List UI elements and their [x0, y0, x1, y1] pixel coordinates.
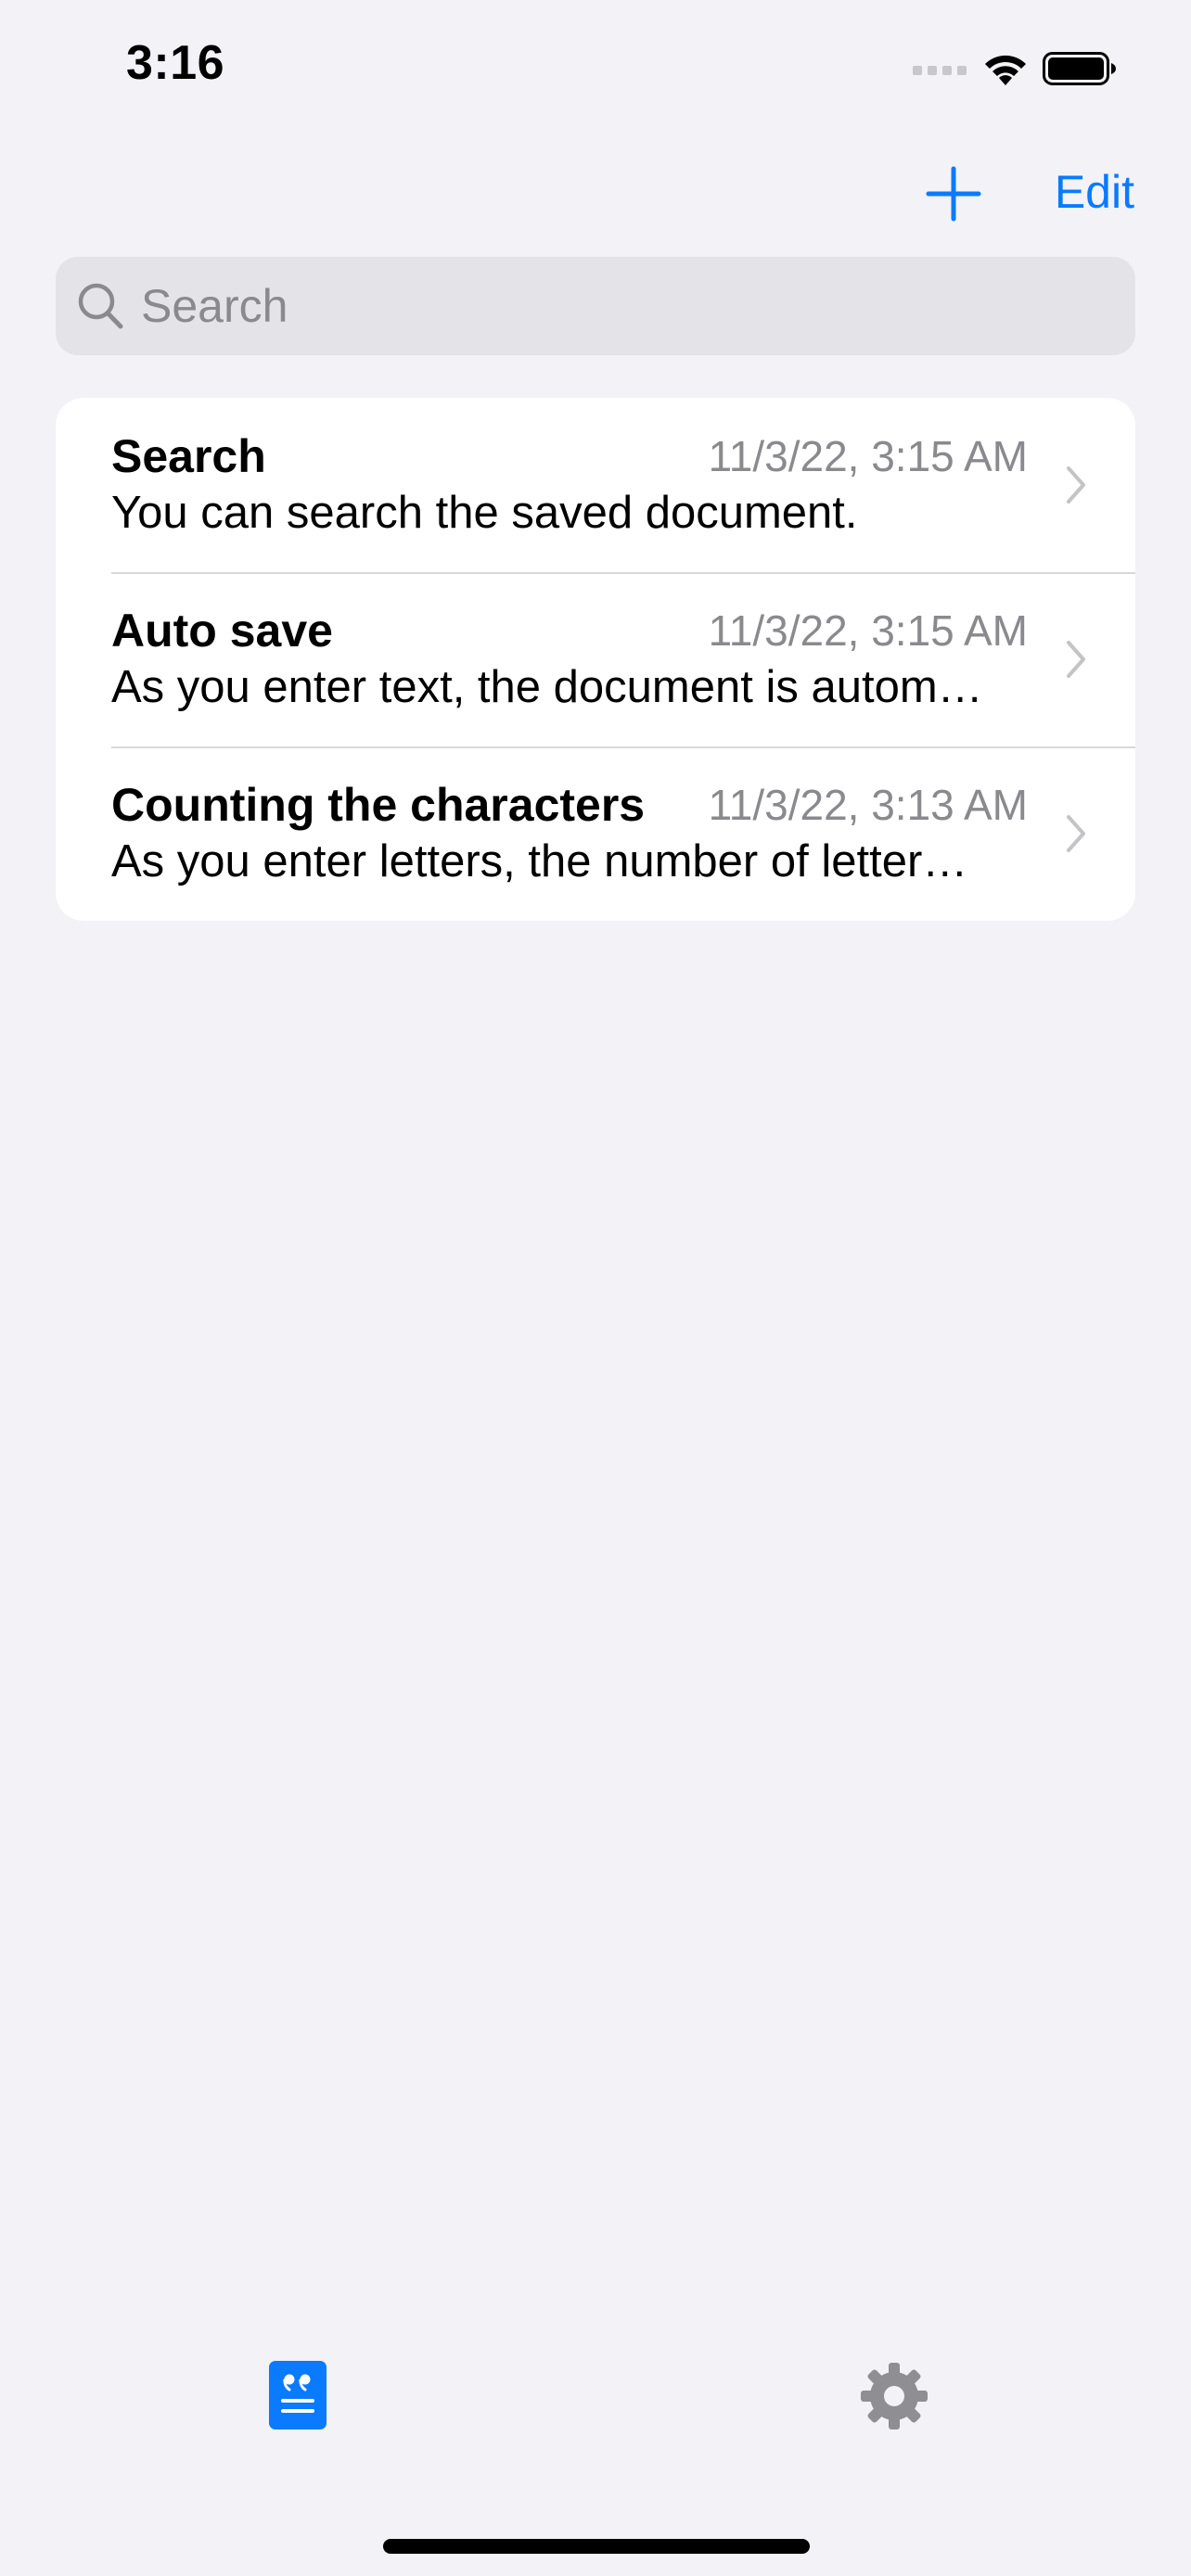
gear-icon	[861, 2363, 928, 2429]
document-preview: As you enter text, the document is autom…	[111, 662, 983, 712]
document-title: Auto save	[111, 605, 333, 657]
document-list: Search 11/3/22, 3:15 AM You can search t…	[56, 398, 1135, 921]
home-indicator[interactable]	[383, 2539, 810, 2554]
document-preview: You can search the saved document.	[111, 488, 858, 538]
wifi-icon	[985, 55, 1026, 85]
chevron-right-icon	[1067, 466, 1085, 504]
document-date: 11/3/22, 3:15 AM	[708, 606, 1028, 655]
document-date: 11/3/22, 3:13 AM	[708, 781, 1028, 829]
document-quote-icon	[269, 2361, 327, 2429]
document-title: Counting the characters	[111, 779, 646, 831]
tab-documents[interactable]	[269, 2361, 327, 2429]
tab-settings[interactable]	[859, 2361, 929, 2431]
screen: 3:16 Edit Search Search 11/3/22, 3:15 AM…	[0, 0, 1191, 2576]
status-icons	[913, 46, 1117, 91]
add-document-button[interactable]	[923, 163, 984, 224]
document-date: 11/3/22, 3:15 AM	[708, 432, 1028, 480]
chevron-right-icon	[1067, 815, 1085, 852]
magnifying-glass-icon	[78, 283, 123, 329]
cellular-signal-icon	[913, 66, 967, 75]
document-row-search[interactable]: Search 11/3/22, 3:15 AM You can search t…	[56, 398, 1135, 572]
plus-icon	[926, 166, 981, 222]
document-row-counting-characters[interactable]: Counting the characters 11/3/22, 3:13 AM…	[56, 746, 1135, 921]
search-input[interactable]	[141, 279, 1069, 333]
document-row-auto-save[interactable]: Auto save 11/3/22, 3:15 AM As you enter …	[56, 572, 1135, 746]
edit-button[interactable]: Edit	[1055, 165, 1134, 219]
search-field[interactable]	[56, 257, 1135, 355]
document-title: Search	[111, 430, 266, 482]
document-preview: As you enter letters, the number of lett…	[111, 836, 968, 886]
chevron-right-icon	[1067, 641, 1085, 678]
battery-icon	[1043, 52, 1116, 85]
status-time: 3:16	[126, 36, 225, 90]
